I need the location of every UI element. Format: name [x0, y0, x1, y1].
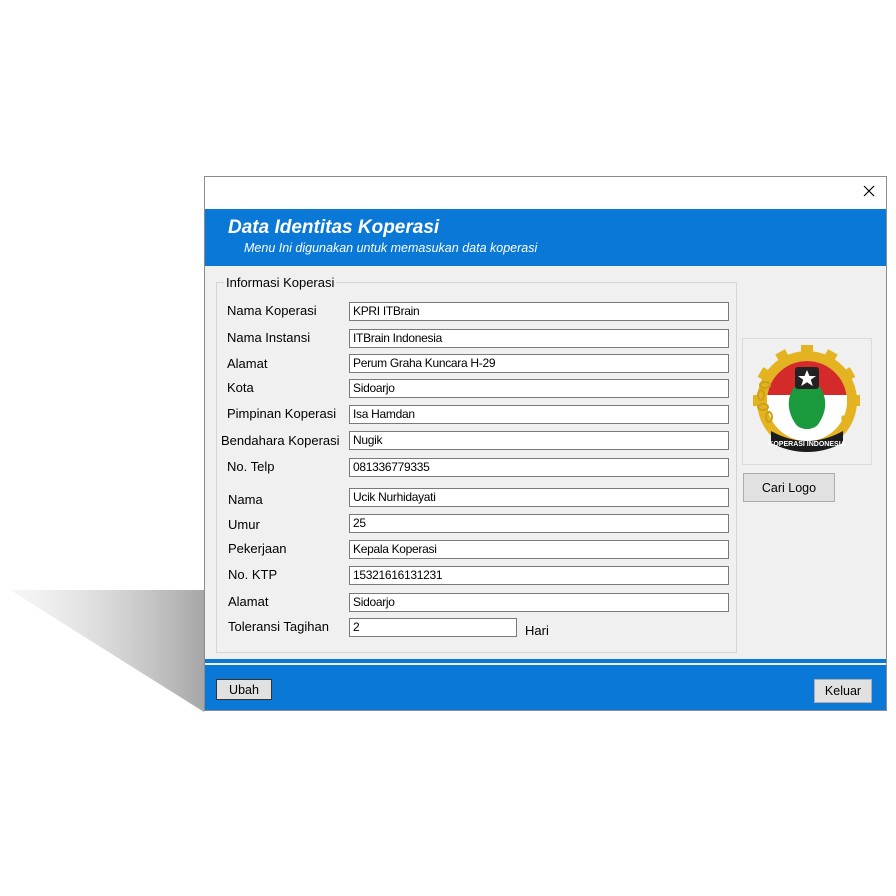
telp-input[interactable]: 081336779335	[349, 458, 729, 477]
alamat-input[interactable]: Perum Graha Kuncara H-29	[349, 354, 729, 373]
label-kota: Kota	[227, 380, 254, 395]
label-umur: Umur	[228, 517, 260, 532]
logo-text: KOPERASI INDONESIA	[768, 441, 845, 448]
ktp-input[interactable]: 15321616131231	[349, 566, 729, 585]
label-pekerjaan: Pekerjaan	[228, 541, 287, 556]
label-telp: No. Telp	[227, 459, 275, 474]
logo-picture-box: KOPERASI INDONESIA	[742, 338, 872, 465]
bottom-separator	[205, 659, 886, 663]
toleransi-unit: Hari	[525, 623, 549, 638]
umur-input[interactable]: 25	[349, 514, 729, 533]
group-legend: Informasi Koperasi	[224, 275, 337, 290]
label-nama-koperasi: Nama Koperasi	[227, 303, 317, 318]
kota-input[interactable]: Sidoarjo	[349, 379, 729, 398]
label-ktp: No. KTP	[228, 567, 278, 582]
koperasi-indonesia-logo-icon: KOPERASI INDONESIA	[753, 345, 860, 452]
label-pimpinan: Pimpinan Koperasi	[227, 406, 337, 421]
nama-input[interactable]: Ucik Nurhidayati	[349, 488, 729, 507]
pekerjaan-input[interactable]: Kepala Koperasi	[349, 540, 729, 559]
nama-koperasi-input[interactable]: KPRI ITBrain	[349, 302, 729, 321]
bendahara-input[interactable]: Nugik	[349, 431, 729, 450]
bottom-bar	[205, 665, 886, 710]
ubah-button[interactable]: Ubah	[216, 679, 272, 700]
page-subtitle: Menu Ini digunakan untuk memasukan data …	[244, 241, 538, 255]
label-alamat-2: Alamat	[228, 594, 269, 609]
keluar-button[interactable]: Keluar	[814, 679, 872, 703]
label-bendahara: Bendahara Koperasi	[221, 433, 340, 448]
alamat-2-input[interactable]: Sidoarjo	[349, 593, 729, 612]
cari-logo-button[interactable]: Cari Logo	[743, 473, 835, 502]
toleransi-input[interactable]: 2	[349, 618, 517, 637]
nama-instansi-input[interactable]: ITBrain Indonesia	[349, 329, 729, 348]
label-toleransi: Toleransi Tagihan	[228, 619, 329, 634]
close-icon	[863, 184, 875, 202]
label-alamat: Alamat	[227, 356, 268, 371]
header-banner: Data Identitas Koperasi Menu Ini digunak…	[205, 209, 886, 266]
close-button[interactable]	[852, 177, 886, 209]
label-nama: Nama	[228, 492, 263, 507]
pimpinan-input[interactable]: Isa Hamdan	[349, 405, 729, 424]
dialog-window: Data Identitas Koperasi Menu Ini digunak…	[204, 176, 887, 711]
label-nama-instansi: Nama Instansi	[227, 330, 311, 345]
page-title: Data Identitas Koperasi	[228, 217, 440, 238]
title-bar	[205, 177, 886, 209]
